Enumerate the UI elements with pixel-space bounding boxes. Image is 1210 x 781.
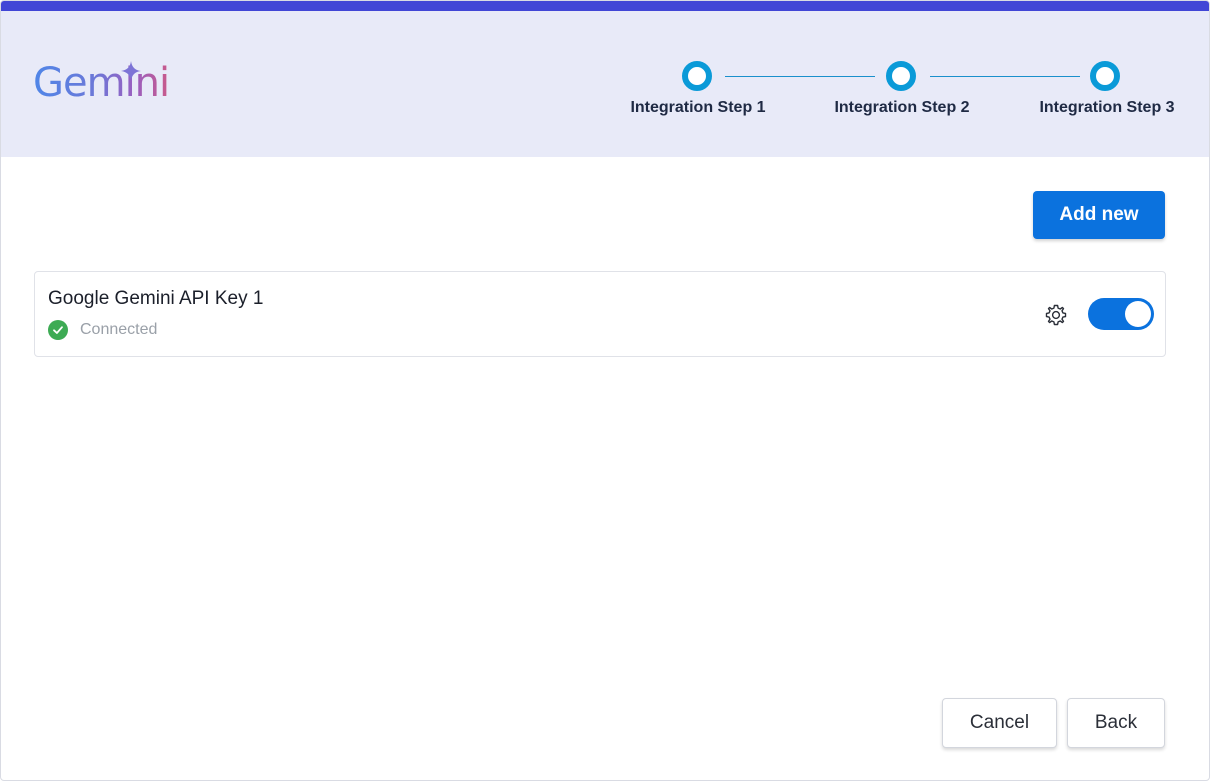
step-3-label: Integration Step 3 (1039, 99, 1175, 116)
stepper: Integration Step 1 Integration Step 2 In… (1, 61, 1209, 141)
header: Gemini Integration Step 1 Integration St… (1, 11, 1209, 157)
integration-card: Google Gemini API Key 1 Connected (34, 271, 1166, 357)
top-accent-bar (1, 1, 1209, 11)
integration-name: Google Gemini API Key 1 (48, 288, 264, 309)
step-3-indicator[interactable] (1090, 61, 1120, 91)
gear-icon[interactable] (1044, 303, 1068, 327)
step-connector (725, 76, 875, 77)
toggle-knob (1125, 301, 1151, 327)
status-text: Connected (80, 321, 158, 338)
enable-toggle[interactable] (1088, 298, 1154, 330)
cancel-button[interactable]: Cancel (942, 698, 1057, 748)
step-connector (930, 76, 1080, 77)
step-2-label: Integration Step 2 (834, 99, 970, 116)
add-new-button[interactable]: Add new (1033, 191, 1165, 239)
check-circle-icon (48, 320, 68, 340)
step-1-indicator[interactable] (682, 61, 712, 91)
integration-dialog: Gemini Integration Step 1 Integration St… (0, 0, 1210, 781)
step-1-label: Integration Step 1 (630, 99, 766, 116)
connection-status: Connected (48, 320, 157, 340)
step-2-indicator[interactable] (886, 61, 916, 91)
back-button[interactable]: Back (1067, 698, 1165, 748)
